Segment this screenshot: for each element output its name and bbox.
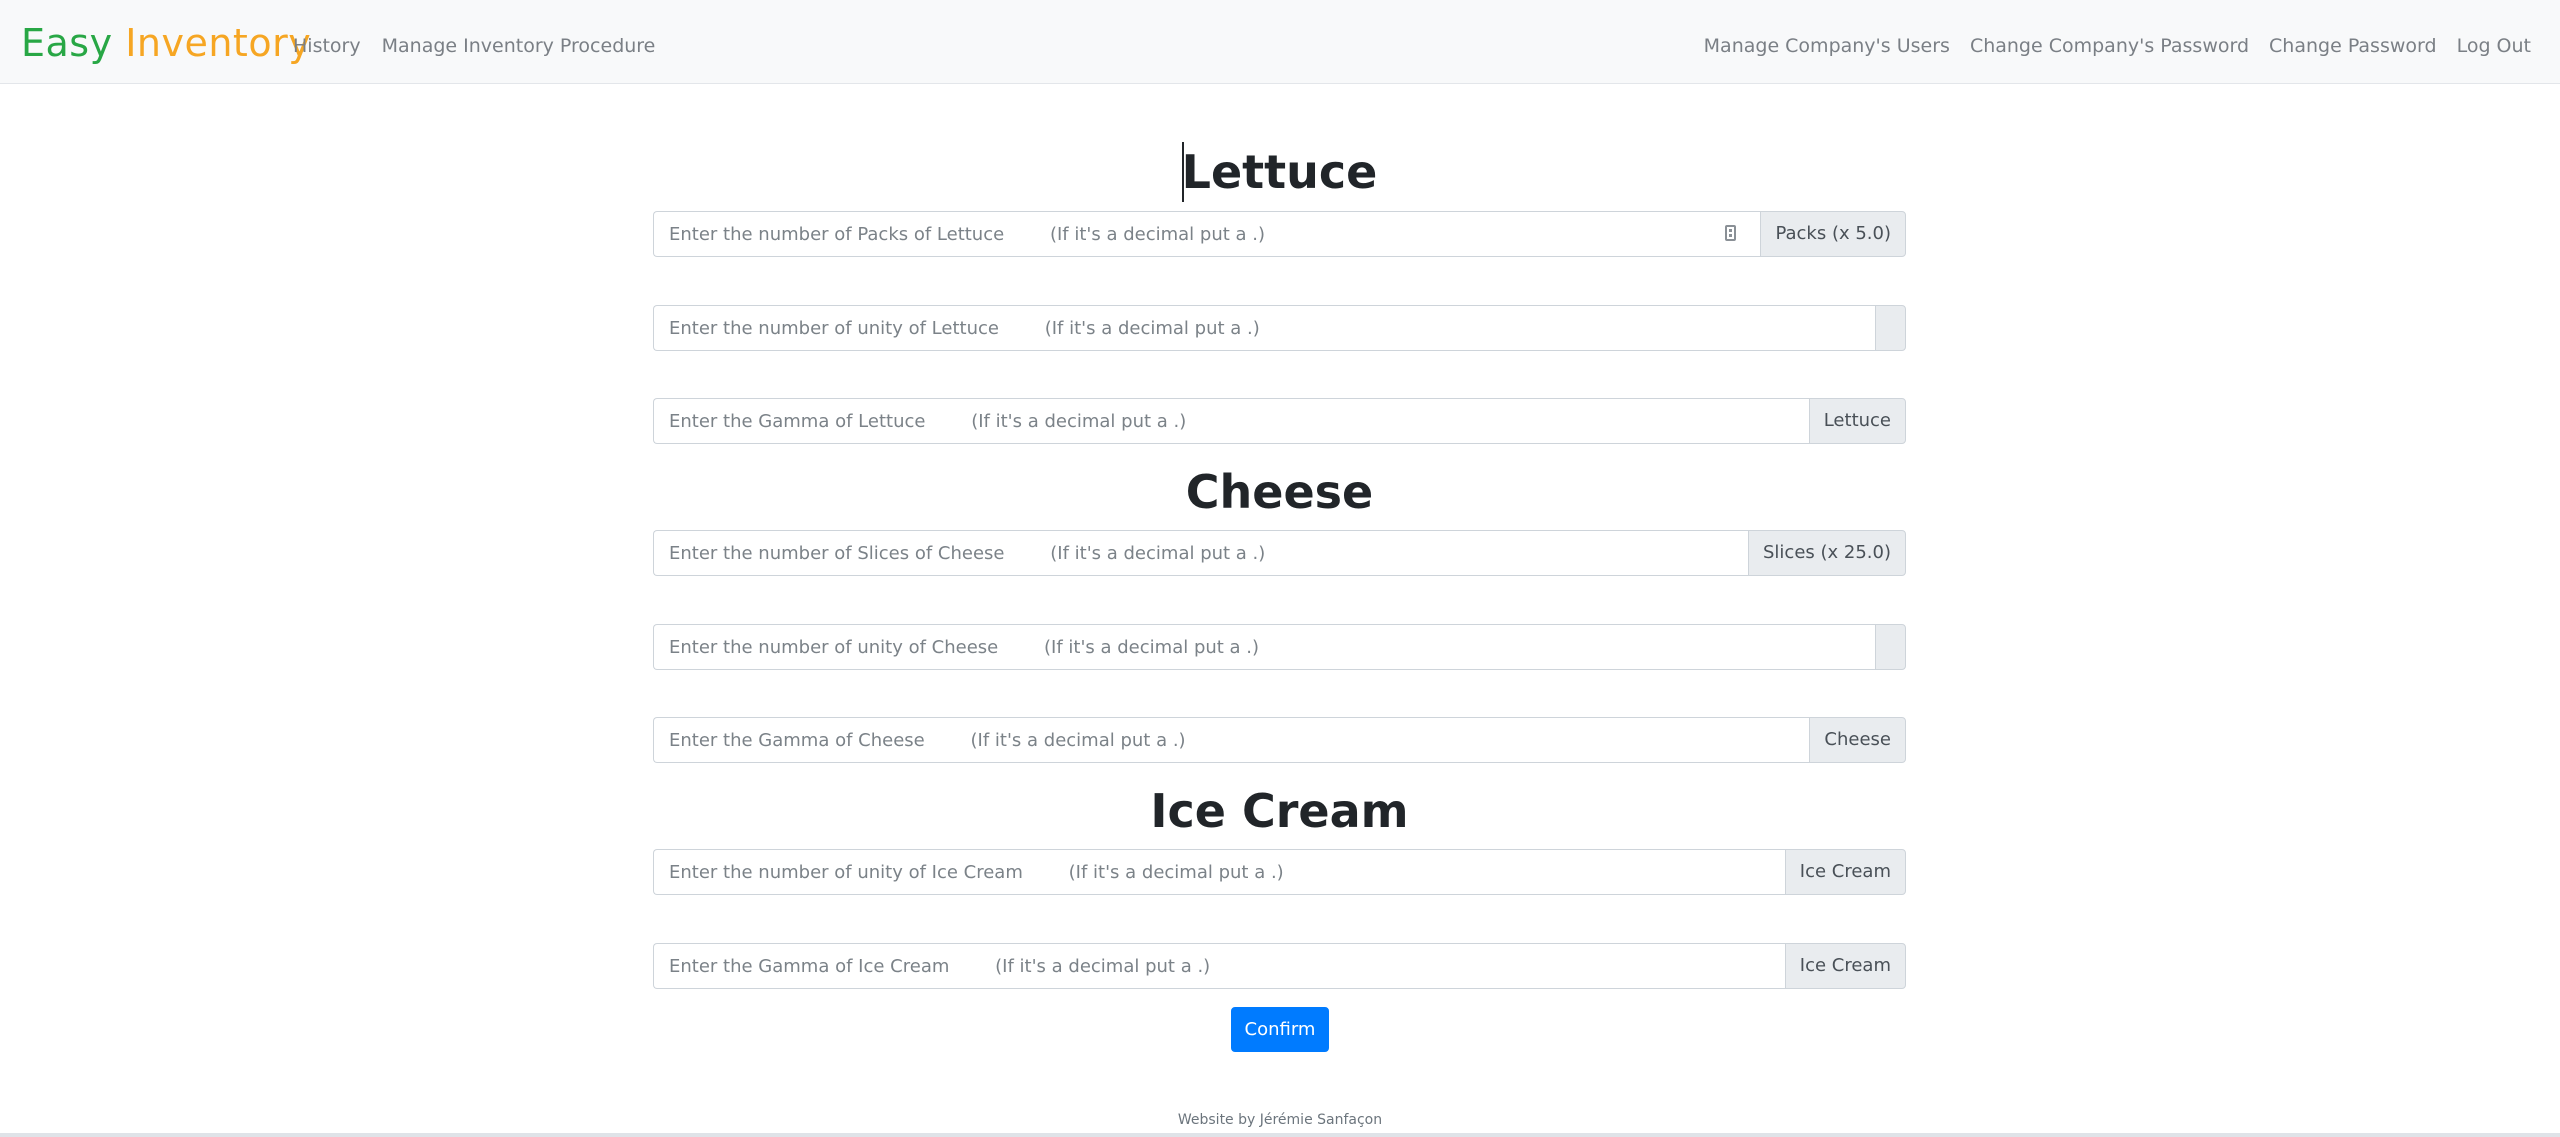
section-title-lettuce: Lettuce xyxy=(653,142,1906,202)
brand-part-easy: Easy xyxy=(21,21,113,65)
ice-cream-unity-input[interactable] xyxy=(653,849,1785,895)
nav-left-links: History Manage Inventory Procedure xyxy=(293,31,655,61)
nav-link-change-password[interactable]: Change Password xyxy=(2269,31,2437,61)
top-navbar: Easy Inventory History Manage Inventory … xyxy=(0,0,2560,84)
lettuce-gamma-group: Lettuce xyxy=(653,398,1906,444)
ice-cream-gamma-addon: Ice Cream xyxy=(1784,943,1906,989)
footer-credit: Website by Jérémie Sanfaçon xyxy=(1177,1112,1383,1128)
cheese-unity-addon xyxy=(1875,624,1906,670)
brand-logo[interactable]: Easy Inventory xyxy=(21,20,311,66)
lettuce-unity-addon xyxy=(1875,305,1906,351)
lettuce-packs-wrap xyxy=(653,211,1761,257)
cheese-unity-input[interactable] xyxy=(653,624,1875,670)
ice-cream-unity-addon: Ice Cream xyxy=(1784,849,1906,895)
nav-link-log-out[interactable]: Log Out xyxy=(2457,31,2531,61)
lettuce-packs-group: Packs (x 5.0) xyxy=(653,211,1906,257)
ice-cream-unity-group: Ice Cream xyxy=(653,849,1906,895)
bottom-divider xyxy=(0,1133,2560,1137)
nav-link-manage-inventory-procedure[interactable]: Manage Inventory Procedure xyxy=(382,31,656,61)
cheese-slices-input[interactable] xyxy=(653,530,1748,576)
cheese-unity-group xyxy=(653,624,1906,670)
section-title-cheese: Cheese xyxy=(1185,465,1374,519)
cheese-slices-addon: Slices (x 25.0) xyxy=(1748,530,1906,576)
lettuce-unity-group xyxy=(653,305,1906,351)
lettuce-packs-addon: Packs (x 5.0) xyxy=(1760,211,1906,257)
confirm-button[interactable]: Confirm xyxy=(1231,1007,1329,1052)
nav-link-manage-company-users[interactable]: Manage Company's Users xyxy=(1704,31,1950,61)
cheese-gamma-input[interactable] xyxy=(653,717,1810,763)
brand-part-inventory: Inventory xyxy=(125,21,312,65)
section-title-ice-cream: Ice Cream xyxy=(1150,784,1409,838)
cheese-gamma-group: Cheese xyxy=(653,717,1906,763)
nav-link-change-company-password[interactable]: Change Company's Password xyxy=(1970,31,2249,61)
lettuce-gamma-input[interactable] xyxy=(653,398,1809,444)
nav-right-links: Manage Company's Users Change Company's … xyxy=(1704,31,2531,61)
cheese-gamma-addon: Cheese xyxy=(1809,717,1906,763)
nav-link-history[interactable]: History xyxy=(293,31,361,61)
lettuce-gamma-addon: Lettuce xyxy=(1808,398,1906,444)
section-title-lettuce-text: Lettuce xyxy=(1181,145,1378,199)
ice-cream-gamma-input[interactable] xyxy=(653,943,1785,989)
lettuce-packs-input[interactable] xyxy=(653,211,1761,257)
lettuce-unity-input[interactable] xyxy=(653,305,1875,351)
ice-cream-gamma-group: Ice Cream xyxy=(653,943,1906,989)
password-manager-icon[interactable] xyxy=(1725,225,1737,241)
cheese-slices-group: Slices (x 25.0) xyxy=(653,530,1906,576)
